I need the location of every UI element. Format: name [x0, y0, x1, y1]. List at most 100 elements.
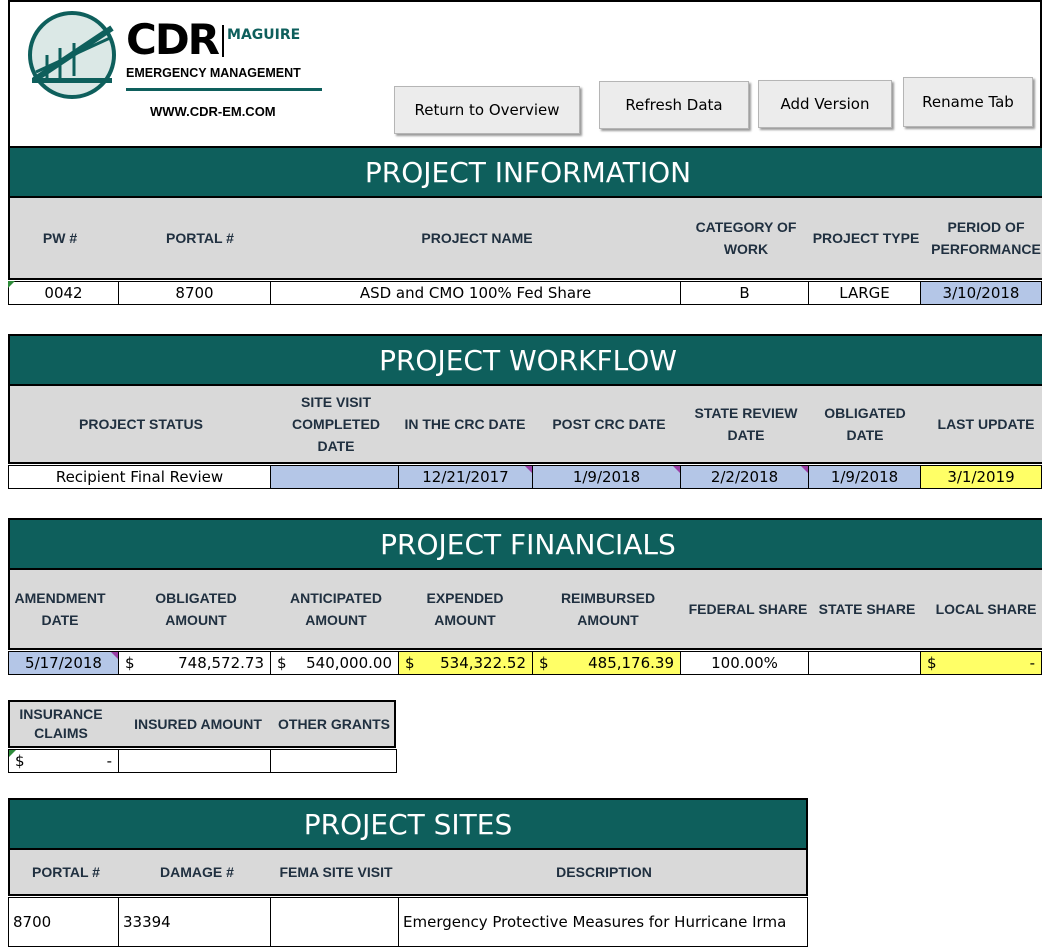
- currency-symbol: $: [405, 654, 415, 672]
- header-period-of-performance: PERIOD OF PERFORMANCE: [931, 219, 1041, 257]
- header-site-visit-completed: SITE VISIT COMPLETED DATE: [292, 394, 380, 454]
- header-local-share: LOCAL SHARE: [935, 601, 1037, 617]
- bridge-logo-icon: [28, 11, 116, 99]
- amendment-date-cell[interactable]: 5/17/2018: [8, 651, 119, 675]
- company-logo: CDR MAGUIRE EMERGENCY MANAGEMENT WWW.CDR…: [22, 8, 332, 136]
- reimbursed-amount-value: 485,176.39: [588, 654, 674, 672]
- obligated-amount-value: 748,572.73: [178, 654, 264, 672]
- category-of-work-cell[interactable]: B: [680, 281, 809, 305]
- cell-comment-marker: [525, 466, 532, 473]
- header-amendment-date: AMENDMENT DATE: [14, 590, 106, 628]
- rename-tab-button[interactable]: Rename Tab: [903, 77, 1033, 127]
- pw-number-cell[interactable]: 0042: [8, 281, 119, 305]
- state-share-cell[interactable]: [808, 651, 921, 675]
- in-the-crc-date-value: 12/21/2017: [422, 468, 509, 486]
- currency-symbol: $: [539, 654, 549, 672]
- header-insurance-claims: INSURANCE CLAIMS: [19, 706, 103, 741]
- cell-comment-marker: [673, 466, 680, 473]
- currency-symbol: $: [277, 654, 287, 672]
- site-visit-completed-cell[interactable]: [270, 465, 399, 489]
- period-of-performance-cell[interactable]: 3/10/2018: [920, 281, 1042, 305]
- project-workflow-header: PROJECT STATUS SITE VISIT COMPLETED DATE…: [8, 386, 1042, 464]
- project-workflow-title: PROJECT WORKFLOW: [8, 334, 1042, 386]
- cell-comment-marker: [801, 466, 808, 473]
- header-project-type: PROJECT TYPE: [812, 230, 920, 246]
- header-pw: PW #: [42, 230, 78, 246]
- header-other-grants: OTHER GRANTS: [278, 716, 390, 732]
- header-state-share: STATE SHARE: [818, 601, 916, 617]
- header-project-status: PROJECT STATUS: [79, 416, 203, 432]
- currency-symbol: $: [927, 654, 937, 672]
- amendment-date-value: 5/17/2018: [25, 654, 102, 672]
- project-status-cell[interactable]: Recipient Final Review: [8, 465, 271, 489]
- header-in-the-crc-date: IN THE CRC DATE: [404, 416, 526, 432]
- project-workflow-row: Recipient Final Review 12/21/2017 1/9/20…: [8, 465, 1042, 489]
- site-portal-cell[interactable]: 8700: [8, 897, 119, 947]
- header-project-name: PROJECT NAME: [421, 230, 533, 246]
- return-to-overview-button[interactable]: Return to Overview: [394, 86, 580, 134]
- cell-comment-marker: [111, 652, 118, 659]
- cell-comment-marker: [9, 750, 16, 757]
- post-crc-date-value: 1/9/2018: [572, 468, 641, 486]
- header-obligated-date: OBLIGATED DATE: [824, 405, 906, 443]
- header-description: DESCRIPTION: [556, 864, 652, 880]
- site-fema-visit-cell[interactable]: [270, 897, 399, 947]
- project-information-title: PROJECT INFORMATION: [8, 146, 1042, 198]
- local-share-cell[interactable]: $ -: [920, 651, 1042, 675]
- project-sites-title: PROJECT SITES: [8, 798, 808, 850]
- project-financials-row: 5/17/2018 $ 748,572.73 $ 540,000.00 $ 53…: [8, 651, 1042, 675]
- header-insured-amount: INSURED AMOUNT: [134, 716, 262, 732]
- header-damage-number: DAMAGE #: [160, 864, 234, 880]
- post-crc-date-cell[interactable]: 1/9/2018: [532, 465, 681, 489]
- project-name-cell[interactable]: ASD and CMO 100% Fed Share: [270, 281, 681, 305]
- obligated-amount-cell[interactable]: $ 748,572.73: [118, 651, 271, 675]
- portal-number-cell[interactable]: 8700: [118, 281, 271, 305]
- insured-amount-cell[interactable]: [118, 749, 271, 773]
- anticipated-amount-value: 540,000.00: [306, 654, 392, 672]
- logo-brand-sub: MAGUIRE: [227, 27, 301, 43]
- header-obligated-amount: OBLIGATED AMOUNT: [155, 590, 237, 628]
- project-information-row: 0042 8700 ASD and CMO 100% Fed Share B L…: [8, 281, 1042, 305]
- table-row: 8700 33394 Emergency Protective Measures…: [8, 897, 808, 947]
- project-sites-header: PORTAL # DAMAGE # FEMA SITE VISIT DESCRI…: [8, 850, 808, 896]
- obligated-date-cell[interactable]: 1/9/2018: [808, 465, 921, 489]
- currency-symbol: $: [125, 654, 135, 672]
- anticipated-amount-cell[interactable]: $ 540,000.00: [270, 651, 399, 675]
- header-last-update: LAST UPDATE: [937, 416, 1035, 432]
- insurance-row: $ -: [8, 749, 398, 773]
- logo-underline: [126, 88, 322, 91]
- currency-symbol: $: [15, 752, 25, 770]
- insurance-header: INSURANCE CLAIMS INSURED AMOUNT OTHER GR…: [8, 700, 396, 748]
- header-state-review-date: STATE REVIEW DATE: [694, 405, 798, 443]
- in-the-crc-date-cell[interactable]: 12/21/2017: [398, 465, 533, 489]
- cell-comment-marker: [8, 281, 15, 288]
- header-portal: PORTAL #: [166, 230, 234, 246]
- project-type-cell[interactable]: LARGE: [808, 281, 921, 305]
- header-reimbursed-amount: REIMBURSED AMOUNT: [560, 590, 656, 628]
- logo-brand: CDR: [126, 15, 220, 64]
- state-review-date-value: 2/2/2018: [710, 468, 779, 486]
- insurance-claims-cell[interactable]: $ -: [8, 749, 119, 773]
- local-share-value: -: [1029, 654, 1035, 672]
- header-site-portal: PORTAL #: [32, 864, 100, 880]
- reimbursed-amount-cell[interactable]: $ 485,176.39: [532, 651, 681, 675]
- site-damage-cell[interactable]: 33394: [118, 897, 271, 947]
- header-anticipated-amount: ANTICIPATED AMOUNT: [289, 590, 383, 628]
- project-financials-title: PROJECT FINANCIALS: [8, 518, 1042, 570]
- other-grants-cell[interactable]: [270, 749, 397, 773]
- logo-website: WWW.CDR-EM.COM: [150, 104, 276, 119]
- insurance-claims-value: -: [106, 752, 112, 770]
- expended-amount-cell[interactable]: $ 534,322.52: [398, 651, 533, 675]
- project-financials-header: AMENDMENT DATE OBLIGATED AMOUNT ANTICIPA…: [8, 570, 1042, 650]
- federal-share-cell[interactable]: 100.00%: [680, 651, 809, 675]
- project-information-header: PW # PORTAL # PROJECT NAME CATEGORY OF W…: [8, 198, 1042, 280]
- last-update-cell[interactable]: 3/1/2019: [920, 465, 1042, 489]
- header-federal-share: FEDERAL SHARE: [688, 601, 808, 617]
- header-post-crc-date: POST CRC DATE: [552, 416, 666, 432]
- state-review-date-cell[interactable]: 2/2/2018: [680, 465, 809, 489]
- header-fema-site-visit: FEMA SITE VISIT: [279, 864, 393, 880]
- site-description-cell[interactable]: Emergency Protective Measures for Hurric…: [398, 897, 808, 947]
- add-version-button[interactable]: Add Version: [758, 80, 892, 128]
- refresh-data-button[interactable]: Refresh Data: [599, 81, 749, 129]
- header-expended-amount: EXPENDED AMOUNT: [426, 590, 504, 628]
